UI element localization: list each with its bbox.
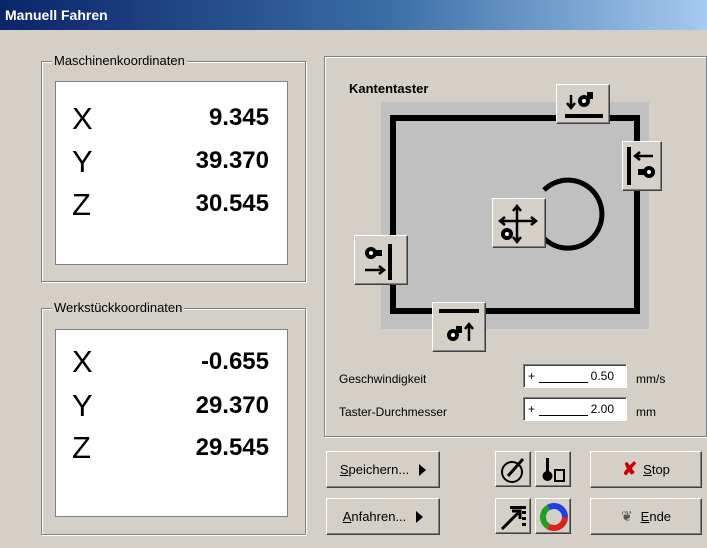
color-wheel-icon: [540, 503, 568, 531]
workpiece-coordinates-label: Werkstückkoordinaten: [52, 300, 185, 315]
triangle-right-icon: [416, 510, 424, 523]
diameter-underline: [539, 415, 588, 416]
probe-bottom-edge-button[interactable]: [432, 302, 486, 352]
probe-circle-center-button[interactable]: [492, 198, 546, 248]
speed-input[interactable]: + 0.50: [523, 364, 627, 388]
end-button-label: Ende: [640, 509, 672, 524]
speed-sign: +: [528, 369, 536, 383]
probe-left-edge-icon: [365, 244, 392, 280]
end-button[interactable]: ❦ Ende: [590, 498, 702, 535]
probe-right-edge-icon: [627, 147, 655, 185]
stop-button[interactable]: ✘ Stop: [590, 451, 702, 488]
workpiece-y-value: 29.370: [195, 392, 269, 419]
workpiece-z-value: 29.545: [195, 434, 269, 461]
workpiece-coordinates-group: Werkstückkoordinaten X -0.655 Y 29.370 Z…: [41, 301, 306, 535]
probe-top-edge-icon: [565, 92, 603, 118]
speed-unit: mm/s: [636, 372, 666, 386]
machine-axis-x: X: [72, 101, 93, 136]
workpiece-axis-y: Y: [72, 388, 93, 423]
probe-tool-button[interactable]: [535, 451, 571, 487]
title-bar[interactable]: Manuell Fahren: [0, 0, 707, 30]
diameter-sign: +: [528, 402, 536, 416]
probe-bottom-edge-icon: [439, 309, 479, 341]
approach-button-label: Anfahren...: [342, 509, 407, 524]
color-wheel-button[interactable]: [535, 498, 571, 534]
speed-label: Geschwindigkeit: [339, 372, 427, 386]
gauge-icon: [501, 458, 525, 483]
machine-coordinates-display: X 9.345 Y 39.370 Z 30.545: [55, 81, 288, 265]
stop-button-label: Stop: [643, 462, 670, 477]
save-button-label-rest: peichern...: [348, 462, 410, 477]
diameter-input[interactable]: + 2.00: [523, 397, 627, 421]
workpiece-axis-z: Z: [72, 430, 91, 465]
workpiece-axis-x: X: [72, 344, 93, 379]
save-button-label: Speichern...: [339, 462, 410, 477]
workpiece-x-value: -0.655: [200, 348, 269, 375]
machine-coordinates-group: Maschinenkoordinaten X 9.345 Y 39.370 Z …: [41, 54, 306, 282]
workpiece-coordinates-display: X -0.655 Y 29.370 Z 29.545: [55, 329, 288, 517]
end-button-label-rest: nde: [649, 509, 672, 524]
machine-x-value: 9.345: [208, 104, 269, 131]
path-button[interactable]: [495, 498, 531, 534]
machine-axis-z: Z: [72, 187, 91, 222]
path-icon: [500, 506, 526, 531]
edge-probe-panel: Kantentaster Geschwindigkeit + 0.50 mm/s…: [324, 56, 707, 437]
stop-button-label-rest: top: [651, 462, 670, 477]
machine-y-value: 39.370: [195, 147, 269, 174]
save-button[interactable]: Speichern...: [326, 451, 440, 488]
gauge-button[interactable]: [495, 451, 531, 487]
speed-value: 0.50: [590, 369, 614, 383]
machine-coordinates-label: Maschinenkoordinaten: [52, 53, 187, 68]
footprints-icon: ❦: [620, 508, 633, 524]
diameter-label: Taster-Durchmesser: [339, 405, 448, 419]
probe-right-edge-button[interactable]: [622, 141, 662, 191]
diameter-value: 2.00: [590, 402, 614, 416]
triangle-right-icon: [419, 463, 427, 476]
probe-left-edge-button[interactable]: [354, 235, 408, 285]
speed-underline: [539, 382, 588, 383]
window-title: Manuell Fahren: [5, 7, 108, 23]
diameter-unit: mm: [636, 405, 656, 419]
machine-axis-y: Y: [72, 144, 93, 179]
probe-tool-icon: [542, 458, 565, 482]
red-x-icon: ✘: [622, 459, 638, 479]
probe-circle-center-icon: [497, 203, 539, 245]
approach-button[interactable]: Anfahren...: [326, 498, 440, 535]
machine-z-value: 30.545: [195, 190, 269, 217]
probe-top-edge-button[interactable]: [556, 84, 610, 124]
approach-button-label-rest: nfahren...: [351, 509, 407, 524]
